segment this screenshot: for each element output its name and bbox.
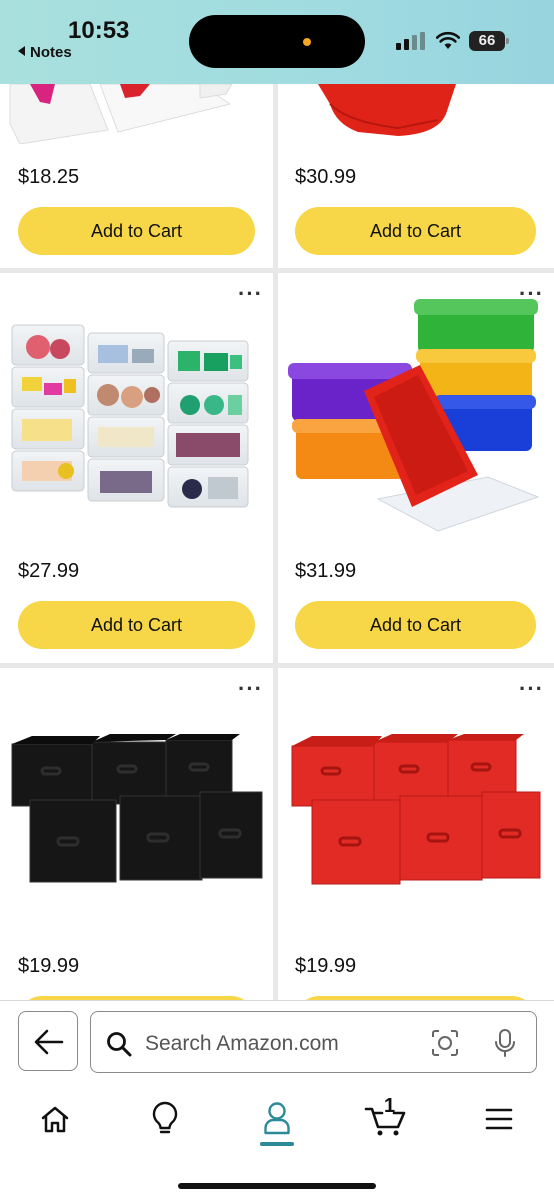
- add-to-cart-button[interactable]: Add to Cart: [295, 207, 536, 255]
- back-button[interactable]: [18, 1011, 78, 1071]
- arrow-left-icon: [34, 1029, 64, 1055]
- product-price: $30.99: [295, 166, 357, 188]
- product-image-black-cubes[interactable]: [10, 734, 264, 894]
- screen: $18.25 Add to Cart $30.99 Add to Cart ··…: [0, 0, 554, 1200]
- product-grid: $18.25 Add to Cart $30.99 Add to Cart ··…: [0, 0, 554, 1044]
- product-card[interactable]: ···: [0, 273, 273, 663]
- dynamic-island: [189, 15, 365, 68]
- camera-search-icon[interactable]: [431, 1029, 459, 1057]
- product-price: $27.99: [18, 560, 80, 582]
- product-image-red-bin[interactable]: [278, 84, 554, 138]
- product-card[interactable]: ··· $19.99: [0, 668, 273, 1044]
- tab-menu[interactable]: [468, 1089, 528, 1149]
- product-image-clear-bins[interactable]: [8, 321, 266, 511]
- more-options-icon[interactable]: ···: [519, 283, 544, 305]
- tab-home[interactable]: [26, 1089, 86, 1149]
- search-placeholder: Search Amazon.com: [145, 1032, 339, 1055]
- home-indicator[interactable]: [178, 1183, 376, 1189]
- search-input[interactable]: Search Amazon.com: [90, 1011, 537, 1073]
- product-image-alphabet-cards[interactable]: [0, 84, 273, 144]
- account-icon: [264, 1102, 290, 1135]
- add-to-cart-button[interactable]: Add to Cart: [295, 601, 536, 649]
- tab-account[interactable]: [247, 1089, 307, 1149]
- add-to-cart-button[interactable]: Add to Cart: [18, 601, 255, 649]
- product-card[interactable]: ···: [278, 273, 554, 663]
- tab-inspire[interactable]: [136, 1089, 196, 1149]
- back-to-notes-link[interactable]: Notes: [18, 44, 72, 61]
- menu-icon: [485, 1108, 513, 1130]
- home-icon: [41, 1106, 69, 1133]
- product-price: $31.99: [295, 560, 357, 582]
- status-time: 10:53: [68, 17, 130, 44]
- tab-bar: 1: [0, 1089, 554, 1149]
- microphone-icon[interactable]: [494, 1028, 516, 1058]
- product-card[interactable]: ··· $19.99: [278, 668, 554, 1044]
- cart-count-badge: 1: [384, 1095, 396, 1117]
- wifi-icon: [436, 31, 460, 49]
- product-price: $19.99: [18, 955, 80, 977]
- more-options-icon[interactable]: ···: [519, 678, 544, 700]
- add-to-cart-button[interactable]: Add to Cart: [18, 207, 255, 255]
- tab-cart[interactable]: 1: [356, 1089, 416, 1149]
- more-options-icon[interactable]: ···: [238, 678, 263, 700]
- product-price: $19.99: [295, 955, 357, 977]
- product-image-color-bins[interactable]: [288, 299, 544, 535]
- status-bar: 10:53 Notes 66: [0, 0, 554, 84]
- more-options-icon[interactable]: ···: [238, 283, 263, 305]
- lightbulb-icon: [152, 1101, 178, 1134]
- back-triangle-icon: [18, 46, 25, 56]
- cellular-signal-icon: [396, 32, 426, 50]
- active-tab-indicator: [260, 1142, 294, 1146]
- search-icon: [107, 1032, 132, 1057]
- privacy-indicator-icon: [303, 38, 311, 46]
- back-label: Notes: [30, 44, 72, 61]
- product-price: $18.25: [18, 166, 80, 188]
- battery-icon: 66: [469, 31, 509, 51]
- bottom-toolbar: Search Amazon.com 1: [0, 1000, 554, 1200]
- product-image-red-cubes[interactable]: [288, 734, 544, 894]
